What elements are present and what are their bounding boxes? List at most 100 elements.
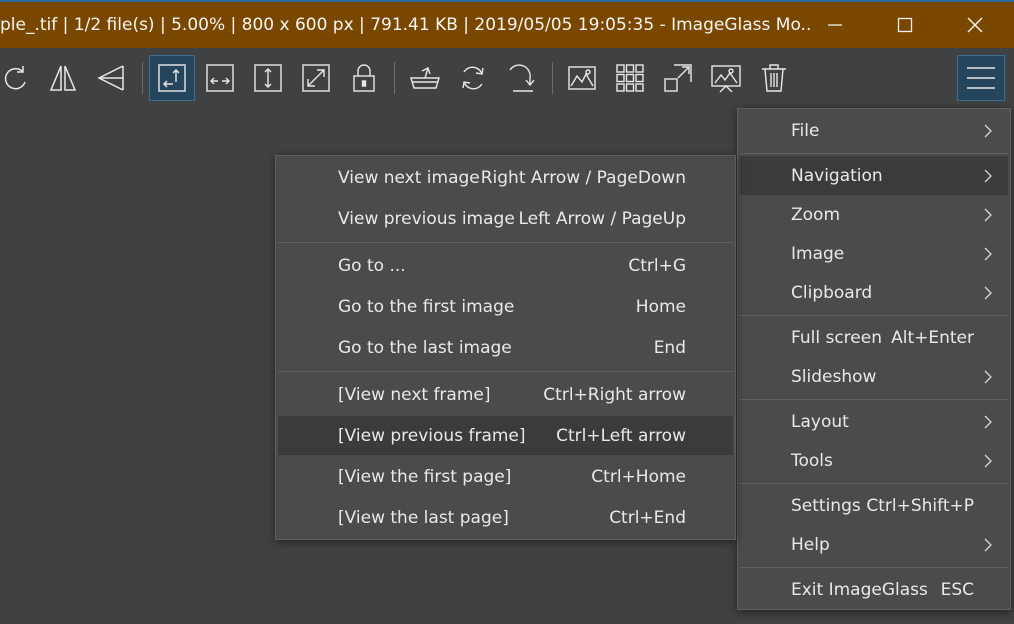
menu-separator bbox=[278, 242, 733, 243]
menu-item-image[interactable]: Image bbox=[740, 234, 1008, 273]
toolbar-separator bbox=[552, 62, 553, 94]
menu-item-label: [View previous frame] bbox=[338, 425, 526, 446]
auto-zoom-icon bbox=[158, 64, 186, 92]
chevron-right-icon bbox=[984, 454, 992, 467]
thumbnail-button[interactable] bbox=[607, 55, 653, 101]
lock-zoom-button[interactable] bbox=[341, 55, 387, 101]
menu-item-shortcut: Right Arrow / PageDown bbox=[480, 167, 686, 188]
menu-separator bbox=[740, 567, 1008, 568]
rotate-right-icon bbox=[4, 66, 26, 90]
menu-item-label: Go to the last image bbox=[338, 337, 512, 358]
minimize-button[interactable] bbox=[800, 2, 870, 48]
goto-button[interactable] bbox=[498, 55, 544, 101]
menu-item-shortcut: Ctrl+Shift+P bbox=[866, 495, 974, 516]
fullscreen-icon bbox=[664, 64, 692, 92]
set-wallpaper-button[interactable] bbox=[559, 55, 605, 101]
refresh-icon bbox=[462, 66, 484, 90]
lock-zoom-icon bbox=[353, 64, 375, 92]
fit-height-icon bbox=[254, 64, 282, 92]
menu-item-shortcut: Ctrl+G bbox=[628, 255, 686, 276]
menu-item-label: View previous image bbox=[338, 208, 515, 229]
main-menu-button[interactable] bbox=[957, 55, 1005, 101]
close-button[interactable] bbox=[940, 2, 1010, 48]
menu-item-file[interactable]: File bbox=[740, 111, 1008, 150]
menu-item-view-first-page[interactable]: [View the first page] Ctrl+Home bbox=[278, 457, 733, 496]
menu-item-exit[interactable]: Exit ImageGlass ESC bbox=[740, 570, 1008, 609]
menu-item-label: Exit ImageGlass bbox=[791, 579, 928, 600]
fit-height-button[interactable] bbox=[245, 55, 291, 101]
menu-item-label: Go to ... bbox=[338, 255, 406, 276]
menu-item-label: Clipboard bbox=[791, 282, 873, 303]
menu-item-label: Zoom bbox=[791, 204, 841, 225]
menu-item-navigation[interactable]: Navigation bbox=[740, 156, 1008, 195]
menu-item-tools[interactable]: Tools bbox=[740, 441, 1008, 480]
flip-vertical-button[interactable] bbox=[88, 55, 134, 101]
menu-item-label: Help bbox=[791, 534, 830, 555]
menu-item-shortcut: End bbox=[653, 337, 686, 358]
menu-item-help[interactable]: Help bbox=[740, 525, 1008, 564]
rotate-right-button[interactable] bbox=[0, 55, 38, 101]
chevron-right-icon bbox=[984, 370, 992, 383]
menu-item-label: [View the first page] bbox=[338, 466, 512, 487]
main-menu-icon bbox=[967, 67, 995, 89]
menu-item-shortcut: Ctrl+Right arrow bbox=[543, 384, 686, 405]
menu-separator bbox=[740, 153, 1008, 154]
toolbar bbox=[0, 48, 1014, 108]
menu-separator bbox=[740, 315, 1008, 316]
menu-item-shortcut: Ctrl+Left arrow bbox=[556, 425, 686, 446]
menu-item-go-to-last-image[interactable]: Go to the last image End bbox=[278, 328, 733, 367]
menu-item-settings[interactable]: Settings Ctrl+Shift+P bbox=[740, 486, 1008, 525]
menu-separator bbox=[740, 399, 1008, 400]
window-title: ple_.tif | 1/2 file(s) | 5.00% | 800 x 6… bbox=[0, 15, 812, 35]
menu-item-label: [View the last page] bbox=[338, 507, 509, 528]
menu-item-view-next-frame[interactable]: [View next frame] Ctrl+Right arrow bbox=[278, 375, 733, 414]
menu-item-shortcut: Home bbox=[635, 296, 686, 317]
menu-item-label: File bbox=[791, 120, 820, 141]
menu-item-view-last-page[interactable]: [View the last page] Ctrl+End bbox=[278, 498, 733, 537]
close-icon bbox=[967, 17, 983, 33]
menu-item-go-to-first-image[interactable]: Go to the first image Home bbox=[278, 287, 733, 326]
menu-item-view-next-image[interactable]: View next image Right Arrow / PageDown bbox=[278, 158, 733, 197]
open-with-icon bbox=[410, 67, 440, 89]
menu-item-fullscreen[interactable]: Full screen Alt+Enter bbox=[740, 318, 1008, 357]
menu-item-shortcut: Ctrl+End bbox=[609, 507, 686, 528]
delete-button[interactable] bbox=[751, 55, 797, 101]
toolbar-separator bbox=[142, 62, 143, 94]
scale-to-fill-button[interactable] bbox=[293, 55, 339, 101]
menu-item-zoom[interactable]: Zoom bbox=[740, 195, 1008, 234]
fit-width-button[interactable] bbox=[197, 55, 243, 101]
chevron-right-icon bbox=[984, 415, 992, 428]
chevron-right-icon bbox=[984, 538, 992, 551]
fullscreen-button[interactable] bbox=[655, 55, 701, 101]
menu-item-label: Slideshow bbox=[791, 366, 877, 387]
chevron-right-icon bbox=[984, 286, 992, 299]
menu-item-slideshow[interactable]: Slideshow bbox=[740, 357, 1008, 396]
navigation-submenu: View next image Right Arrow / PageDown V… bbox=[275, 155, 736, 540]
menu-item-shortcut: ESC bbox=[940, 579, 974, 600]
maximize-button[interactable] bbox=[870, 2, 940, 48]
menu-item-view-previous-image[interactable]: View previous image Left Arrow / PageUp bbox=[278, 199, 733, 238]
menu-item-shortcut: Left Arrow / PageUp bbox=[518, 208, 686, 229]
menu-item-go-to[interactable]: Go to ... Ctrl+G bbox=[278, 246, 733, 285]
flip-horizontal-button[interactable] bbox=[40, 55, 86, 101]
menu-separator bbox=[740, 483, 1008, 484]
menu-item-label: Layout bbox=[791, 411, 849, 432]
menu-separator bbox=[278, 371, 733, 372]
auto-zoom-button[interactable] bbox=[149, 55, 195, 101]
menu-item-layout[interactable]: Layout bbox=[740, 402, 1008, 441]
open-with-button[interactable] bbox=[402, 55, 448, 101]
menu-item-label: Tools bbox=[791, 450, 833, 471]
flip-horizontal-icon bbox=[49, 65, 77, 91]
menu-item-clipboard[interactable]: Clipboard bbox=[740, 273, 1008, 312]
menu-item-label: Navigation bbox=[791, 165, 883, 186]
flip-vertical-icon bbox=[97, 65, 124, 91]
menu-item-view-previous-frame[interactable]: [View previous frame] Ctrl+Left arrow bbox=[278, 416, 733, 455]
main-menu: File Navigation Zoom Image Clipboard Ful… bbox=[737, 108, 1011, 610]
chevron-right-icon bbox=[984, 208, 992, 221]
menu-item-label: Go to the first image bbox=[338, 296, 515, 317]
refresh-button[interactable] bbox=[450, 55, 496, 101]
chevron-right-icon bbox=[984, 247, 992, 260]
menu-item-shortcut: Alt+Enter bbox=[891, 327, 974, 348]
slideshow-button[interactable] bbox=[703, 55, 749, 101]
chevron-right-icon bbox=[984, 124, 992, 137]
